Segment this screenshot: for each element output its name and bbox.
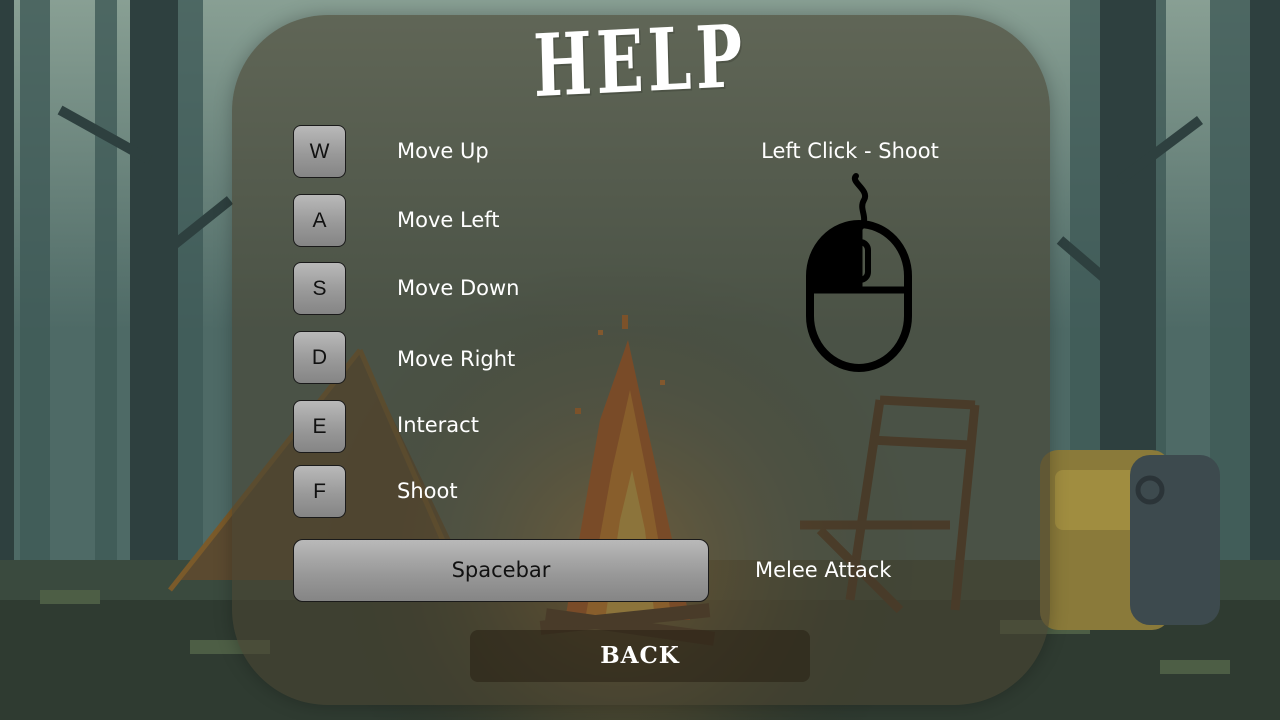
- key-f[interactable]: F: [293, 465, 346, 518]
- key-spacebar[interactable]: Spacebar: [293, 539, 709, 602]
- key-e[interactable]: E: [293, 400, 346, 453]
- action-label-move-right: Move Right: [397, 347, 516, 371]
- mouse-left-click-icon: [806, 173, 912, 372]
- action-label-move-up: Move Up: [397, 139, 489, 163]
- key-d[interactable]: D: [293, 331, 346, 384]
- action-label-move-down: Move Down: [397, 276, 520, 300]
- action-label-interact: Interact: [397, 413, 479, 437]
- action-label-shoot: Shoot: [397, 479, 458, 503]
- action-label-move-left: Move Left: [397, 208, 500, 232]
- key-w[interactable]: W: [293, 125, 346, 178]
- help-screen: HELP W Move Up A Move Left S Move Down D…: [0, 0, 1280, 720]
- key-a[interactable]: A: [293, 194, 346, 247]
- action-label-melee-attack: Melee Attack: [755, 558, 892, 582]
- back-button[interactable]: BACK: [470, 630, 810, 682]
- page-title: HELP: [532, 5, 748, 118]
- key-s[interactable]: S: [293, 262, 346, 315]
- mouse-action-label: Left Click - Shoot: [761, 139, 939, 163]
